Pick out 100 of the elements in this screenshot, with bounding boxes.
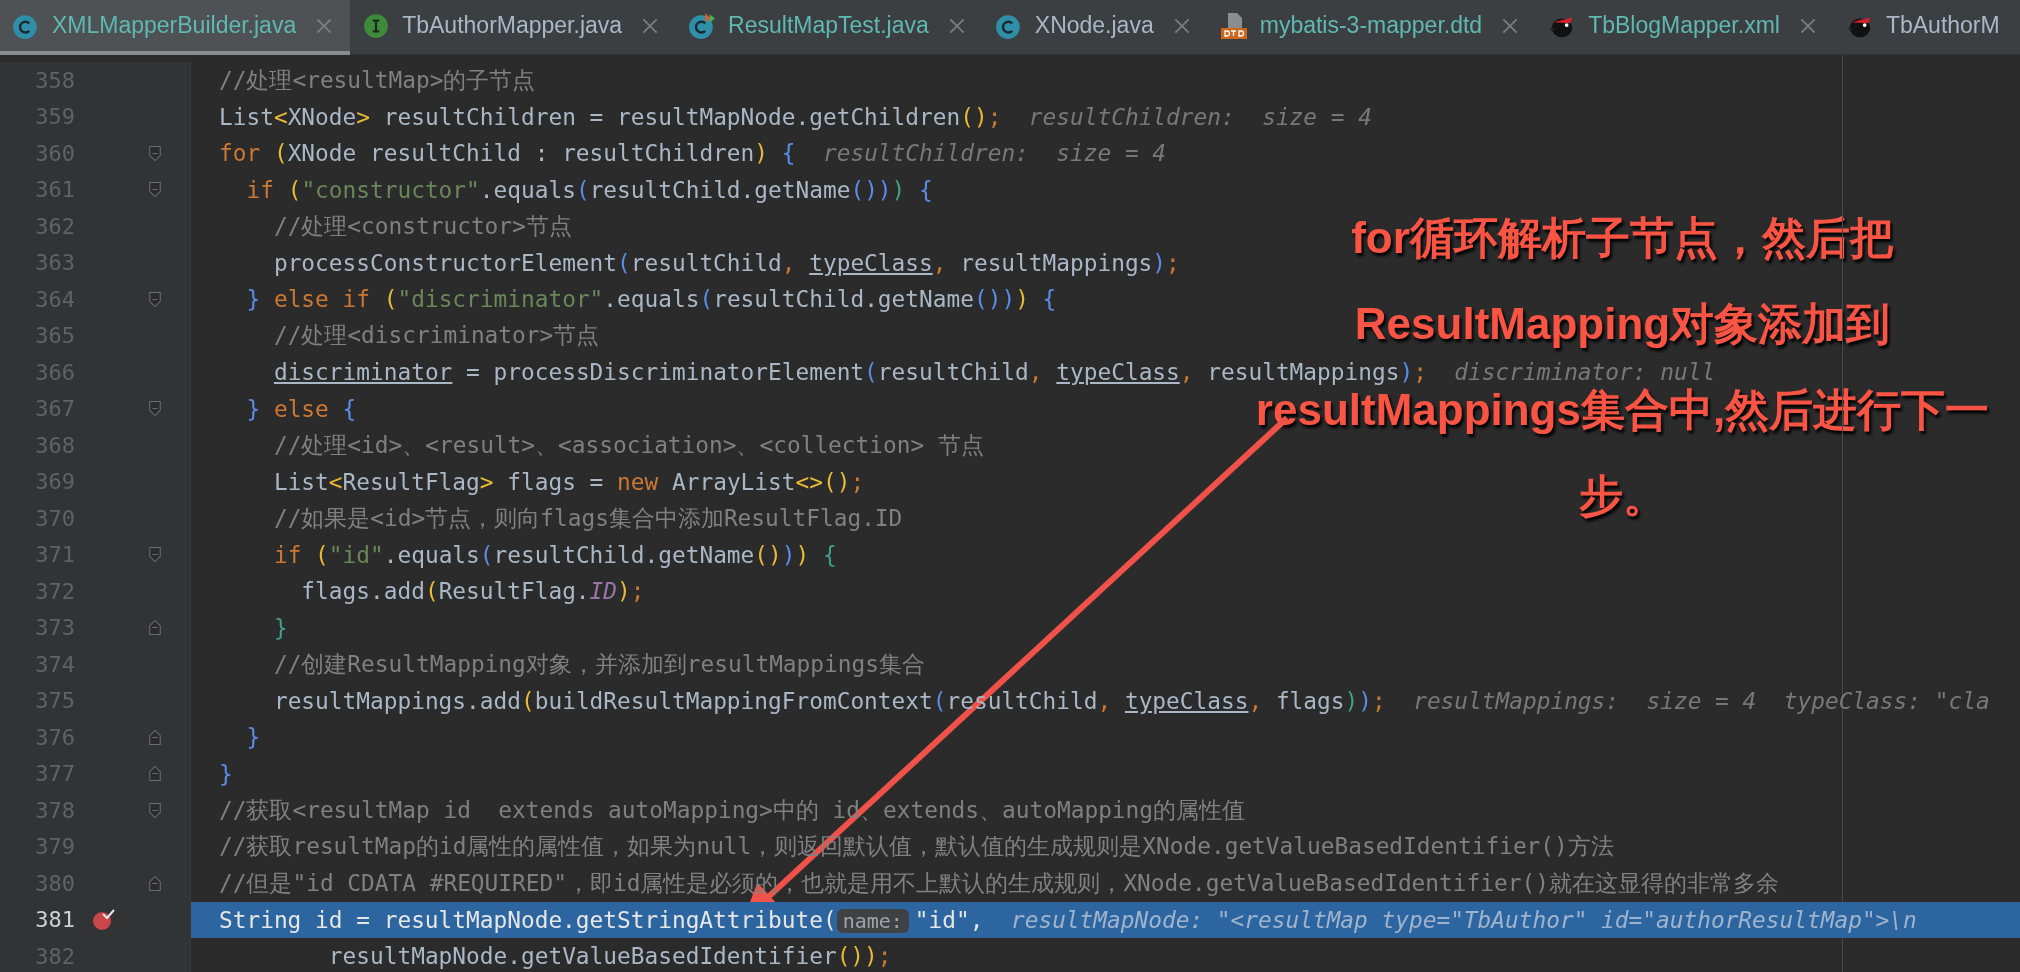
close-icon[interactable] (1502, 17, 1519, 34)
editor-tab[interactable]: TbAuthorM (1833, 0, 2018, 55)
code-token: } (273, 614, 288, 641)
code-token: ) (1399, 359, 1414, 386)
editor-tab[interactable]: XMLMapperBuilder.java (0, 0, 351, 55)
code-token: ) (1015, 286, 1029, 313)
code-token: processConstructorElement (273, 249, 618, 276)
editor-tab[interactable]: ResultMapTest.java (676, 0, 983, 55)
code-token: ( (575, 176, 590, 203)
code-token: else if (273, 286, 371, 313)
annotation-text: resultMappings集合中,然后进行下一 (1255, 388, 1990, 432)
code-token: { (342, 395, 357, 422)
close-icon[interactable] (948, 17, 965, 34)
fold-start-icon[interactable] (148, 144, 162, 162)
code-token: () (836, 943, 865, 970)
code-token: ( (520, 687, 535, 714)
code-token: { (823, 541, 837, 568)
code-token: ; (1166, 249, 1180, 276)
fold-end-icon[interactable] (148, 874, 162, 892)
code-token: XNode (287, 103, 357, 130)
code-token: ( (864, 359, 878, 386)
code-token: new (617, 468, 660, 495)
code-token: ResultFlag. (438, 578, 590, 605)
code-token: , (969, 906, 984, 933)
code-token: ) (617, 578, 631, 605)
code-token: typeClass (809, 249, 933, 276)
fold-end-icon[interactable] (148, 765, 162, 783)
editor-tab[interactable]: TbAuthorMapper.java (350, 0, 677, 55)
line-number: 381 (34, 907, 75, 933)
code-token: ; (850, 468, 865, 495)
code-token: } (246, 286, 261, 313)
code-token: () (973, 286, 1002, 313)
fold-start-icon[interactable] (148, 801, 162, 819)
code-token: ArrayList (672, 468, 796, 495)
code-token: , (932, 249, 948, 276)
code-comment: //但是"id CDATA #REQUIRED"，即id属性是必须的，也就是用不上默认的生成规则，XNode.getValueBasedIdentifier()就在这显得的非常多余 (219, 869, 1779, 896)
debug-value-hint: resultMapNode: "<resultMap type="TbAuthor" id="authorResultMap">\n (1010, 906, 1917, 933)
close-icon[interactable] (1173, 17, 1190, 34)
code-token: ; (987, 103, 1002, 130)
code-comment: //处理<constructor>节点 (273, 212, 572, 239)
dtd-file-icon (1219, 11, 1248, 40)
close-icon[interactable] (316, 17, 333, 34)
code-token: () (850, 176, 878, 203)
code-token: ; (1372, 687, 1386, 714)
close-icon[interactable] (642, 17, 659, 34)
code-token: resultChildren = resultMapNode.getChildren (383, 103, 961, 130)
code-token: ( (424, 578, 439, 605)
code-token: , (1028, 359, 1044, 386)
code-token: () (754, 541, 782, 568)
editor-tab[interactable]: TbBlogMapper.xml (1536, 0, 1834, 55)
code-token: ) (1152, 249, 1167, 276)
annotation-text: for循环解析子节点，然后把 (1351, 216, 1894, 260)
code-token: ( (287, 176, 302, 203)
code-token: "discriminator" (397, 286, 604, 313)
code-token: resultChild.getName (589, 176, 851, 203)
code-token: } (246, 724, 261, 751)
code-token: , (1248, 687, 1264, 714)
code-token: = processDiscriminatorElement (466, 359, 865, 386)
code-token: { (781, 140, 796, 167)
fold-end-icon[interactable] (148, 619, 162, 637)
breakpoint-icon[interactable] (90, 907, 115, 932)
code-token: ( (932, 687, 947, 714)
code-token: resultChild (877, 359, 1029, 386)
code-token: flags = (507, 468, 605, 495)
editor-tab[interactable]: mybatis-3-mapper.dtd (1207, 0, 1537, 55)
code-token: "id" (914, 906, 970, 933)
parameter-hint: name: (836, 908, 909, 933)
code-token: typeClass (1056, 359, 1180, 386)
code-token: ) (1344, 687, 1359, 714)
code-token: ( (383, 286, 398, 313)
code-token: List (273, 468, 329, 495)
code-token: ) (781, 541, 796, 568)
code-comment: //创建ResultMapping对象，并添加到resultMappings集合 (273, 650, 925, 677)
debug-value-hint: resultChildren: size = 4 (1028, 103, 1372, 130)
code-token: , (781, 249, 797, 276)
code-token: ; (877, 943, 892, 970)
code-comment: //获取resultMap的id属性的属性值，如果为null，则返回默认值，默认值的生成规则是XNode.getValueBasedIdentifier()方法 (219, 833, 1614, 860)
close-icon[interactable] (1799, 17, 1816, 34)
debug-value-hint: resultMappings: size = 4 typeClass: "cla (1413, 687, 1990, 714)
code-token: XNode resultChild : resultChildren (287, 140, 755, 167)
code-token: resultChild (630, 249, 782, 276)
code-token: resultChild.getName (493, 541, 755, 568)
fold-start-icon[interactable] (148, 546, 162, 564)
fold-end-icon[interactable] (148, 728, 162, 746)
fold-start-icon[interactable] (148, 400, 162, 418)
code-token: ; (630, 578, 645, 605)
fold-start-icon[interactable] (148, 181, 162, 199)
editor-tab[interactable]: XNode.java (982, 0, 1208, 55)
code-token: ( (273, 140, 288, 167)
annotation-text: 步。 (1578, 474, 1667, 518)
code-token: .equals (383, 541, 480, 568)
code-token: String id = resultMapNode.getStringAttribute (219, 906, 823, 933)
code-comment: //如果是<id>节点，则向flags集合中添加ResultFlag.ID (273, 504, 903, 531)
code-token: ) (1358, 687, 1372, 714)
code-token: resultMapNode.getValueBasedIdentifier (328, 943, 837, 970)
code-token: .equals (603, 286, 700, 313)
code-token: ) (891, 176, 906, 203)
code-token: "id" (328, 541, 384, 568)
fold-start-icon[interactable] (148, 290, 162, 308)
code-token: .equals (479, 176, 576, 203)
